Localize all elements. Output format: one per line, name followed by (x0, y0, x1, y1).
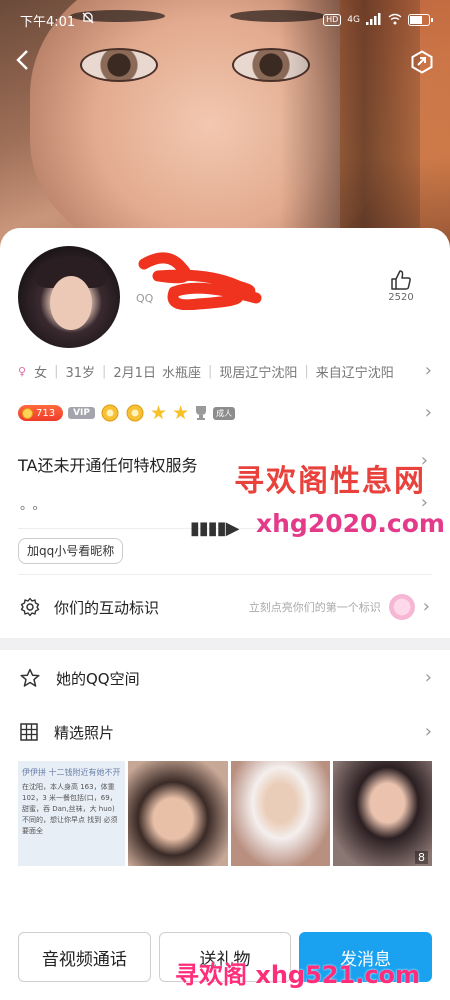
photo-thumbnail[interactable]: 伊伊拼 十二钱附近有她不开 在沈阳，本人身高 163，体重 102，3 米一餐包… (18, 761, 126, 866)
redacted-nickname-scribble (138, 252, 262, 310)
nickname-tag-button[interactable]: 加qq小号看昵称 (18, 538, 124, 564)
watermark-bottom: 寻欢阁 xhg521.com (175, 961, 421, 989)
hd-badge: HD (323, 14, 342, 26)
female-icon: ♀ (18, 364, 27, 378)
profile-card: QQ 2520 ♀ 女 | 31岁 | 2月1日 水瓶座 | 现居辽宁沈阳 | … (0, 228, 450, 1000)
privilege-service-text[interactable]: TA还未开通任何特权服务 (18, 452, 197, 476)
grid-icon (20, 723, 38, 741)
avatar[interactable] (18, 246, 120, 348)
vip-badge: VIP (68, 407, 96, 419)
chevron-right-icon: › (422, 596, 430, 617)
chevron-right-icon: › (424, 667, 432, 688)
photo-thumbnail[interactable]: 8 (332, 761, 432, 866)
watermark-url: xhg2020.com (256, 509, 445, 538)
featured-photos-row[interactable]: 精选照片 › (0, 712, 450, 752)
thumbs-up-icon (391, 270, 411, 290)
chevron-right-icon: › (424, 402, 432, 423)
crown-icon (101, 404, 119, 422)
qq-number-label: QQ (136, 292, 154, 305)
info-separator: | (207, 363, 213, 379)
photo-ad-text: 在沈阳，本人身高 163，体重 102，3 米一餐包括(口，69，甜蜜，吞 Da… (22, 783, 118, 835)
info-birthday: 2月1日 (113, 365, 156, 381)
qzone-star-icon (20, 668, 40, 687)
mark-emblem-icon (388, 594, 415, 620)
wifi-icon (388, 13, 402, 28)
photo-strip: 伊伊拼 十二钱附近有她不开 在沈阳，本人身高 163，体重 102，3 米一餐包… (18, 761, 432, 866)
info-separator: | (304, 363, 309, 379)
cover-eye-left (80, 48, 158, 82)
adult-tag: 成人 (213, 406, 236, 420)
info-zodiac: 水瓶座 (161, 365, 201, 381)
info-hometown: 来自辽宁沈阳 (315, 365, 394, 381)
hexagon-share-icon (411, 50, 433, 74)
battery-icon (408, 14, 433, 26)
signature-text[interactable]: 。。 (20, 494, 52, 513)
section-gap (0, 638, 450, 650)
info-separator: | (54, 363, 59, 379)
signal-icon (366, 12, 382, 28)
info-separator: | (102, 363, 107, 379)
divider (18, 574, 432, 575)
star-icon: ★ (172, 402, 190, 424)
star-icon: ★ (150, 402, 168, 424)
status-bar: 下午4:01 HD 4G (0, 0, 450, 40)
share-button[interactable] (410, 50, 434, 74)
basic-info-row[interactable]: ♀ 女 | 31岁 | 2月1日 水瓶座 | 现居辽宁沈阳 | 来自辽宁沈阳 › (18, 360, 432, 382)
back-button[interactable] (14, 48, 38, 76)
watermark-title: 寻欢阁性息网 (234, 464, 426, 499)
interaction-marks-row[interactable]: 你们的互动标识 立刻点亮你们的第一个标识 › (0, 588, 450, 626)
video-call-button[interactable]: 音视频通话 (18, 932, 151, 982)
interaction-marks-hint: 立刻点亮你们的第一个标识 (248, 601, 381, 614)
info-age: 31岁 (65, 365, 96, 381)
info-location: 现居辽宁沈阳 (219, 365, 298, 381)
like-count: 2520 (388, 292, 414, 303)
watermark-arrow: ▮▮▮▮▶ (190, 518, 239, 539)
trophy-icon (196, 406, 207, 420)
back-arrow-icon (16, 50, 28, 70)
photo-thumbnail[interactable] (230, 761, 330, 866)
photo-ad-heading: 伊伊拼 十二钱附近有她不开 (22, 768, 121, 777)
badges-row[interactable]: 713 VIP ★ ★ 成人 › (18, 402, 432, 424)
photo-count: 8 (415, 851, 428, 864)
status-time: 下午4:01 (20, 14, 76, 30)
network-type: 4G (347, 15, 360, 25)
qzone-label: 她的QQ空间 (56, 669, 140, 688)
photo-thumbnail[interactable] (128, 761, 228, 866)
interaction-marks-label: 你们的互动标识 (54, 598, 160, 617)
status-indicators: HD 4G (323, 12, 433, 28)
level-value: 713 (36, 407, 56, 419)
qzone-row[interactable]: 她的QQ空间 › (0, 658, 450, 698)
mute-bell-icon (81, 11, 95, 29)
settings-gear-icon (20, 597, 40, 617)
level-badge: 713 (18, 405, 64, 421)
featured-photos-label: 精选照片 (54, 723, 115, 742)
info-gender: 女 (34, 365, 48, 381)
crown-icon (126, 404, 144, 422)
chevron-right-icon: › (424, 721, 432, 742)
chevron-right-icon: › (424, 360, 432, 381)
sun-icon (22, 407, 33, 419)
avatar-face (50, 276, 92, 330)
